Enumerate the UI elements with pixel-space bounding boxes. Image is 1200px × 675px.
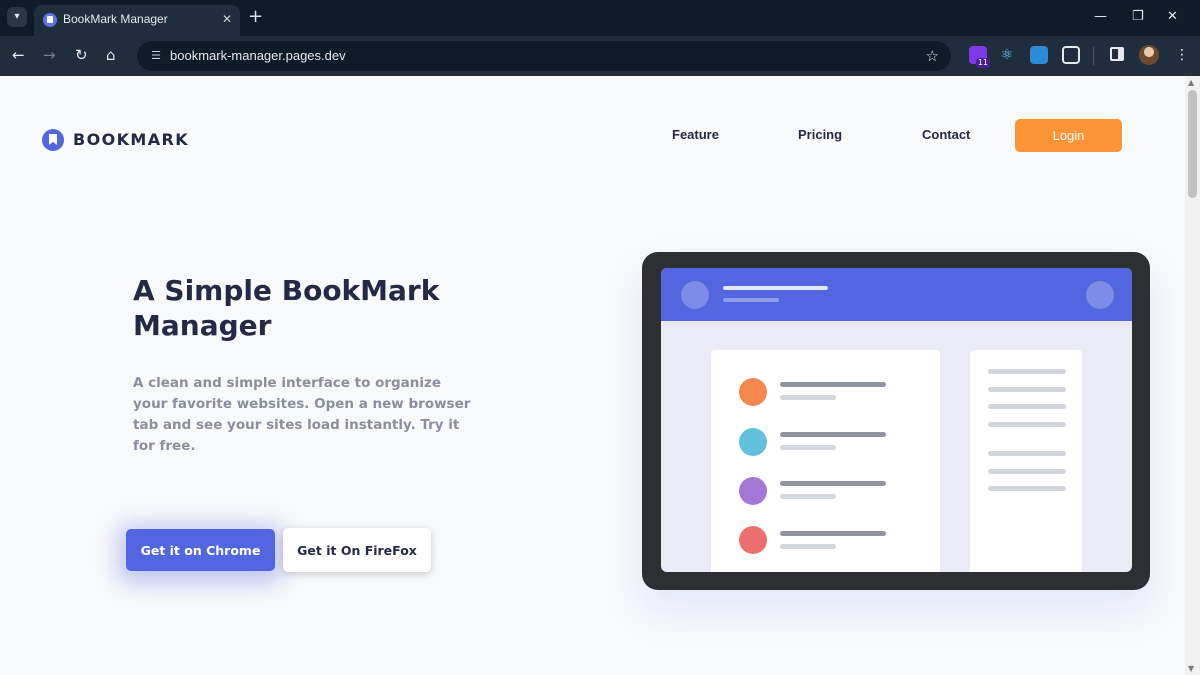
- back-button[interactable]: ←: [12, 45, 25, 65]
- tab-search-dropdown-icon[interactable]: ▾: [7, 7, 27, 27]
- page-scrollbar[interactable]: ▲ ▼: [1185, 76, 1200, 675]
- header-avatar-circle: [681, 281, 709, 309]
- list-subline: [780, 395, 836, 400]
- home-button[interactable]: ⌂: [106, 45, 116, 65]
- list-subline: [780, 494, 836, 499]
- bookmark-favicon-icon: [43, 13, 57, 27]
- toolbar-divider: [1093, 47, 1094, 65]
- tab-close-icon[interactable]: ✕: [222, 11, 232, 27]
- site-info-icon[interactable]: ☰: [146, 46, 166, 66]
- menu-kebab-icon[interactable]: ⋮: [1175, 45, 1189, 65]
- get-chrome-button[interactable]: Get it on Chrome: [126, 529, 275, 571]
- sidebar-line: [988, 387, 1066, 392]
- hero-description: A clean and simple interface to organize…: [133, 375, 471, 454]
- sidebar-line: [988, 369, 1066, 374]
- nav-pricing[interactable]: Pricing: [798, 127, 842, 142]
- page-viewport: BOOKMARK Feature Pricing Contact Login A…: [0, 76, 1185, 675]
- url-text[interactable]: bookmark-manager.pages.dev: [170, 48, 346, 63]
- bookmark-logo-icon[interactable]: [42, 129, 64, 151]
- list-line: [780, 531, 886, 536]
- nav-feature[interactable]: Feature: [672, 127, 719, 142]
- close-window-button[interactable]: ✕: [1167, 8, 1178, 26]
- scroll-thumb[interactable]: [1188, 90, 1197, 198]
- login-button[interactable]: Login: [1015, 119, 1122, 152]
- react-devtools-icon[interactable]: ⚛: [998, 46, 1016, 64]
- minimize-button[interactable]: —: [1094, 8, 1107, 26]
- list-dot-teal: [739, 428, 767, 456]
- reload-button[interactable]: ↻: [75, 45, 88, 65]
- sidebar-line: [988, 486, 1066, 491]
- browser-toolbar: ← → ↻ ⌂ ☰ bookmark-manager.pages.dev ☆ 1…: [0, 36, 1200, 76]
- sidebar-card: [970, 350, 1082, 572]
- list-line: [780, 432, 886, 437]
- list-subline: [780, 544, 836, 549]
- extensions-puzzle-icon[interactable]: [1062, 46, 1080, 64]
- browser-tab-bar: ▾ BookMark Manager ✕ + — ❐ ✕: [0, 0, 1200, 36]
- address-bar[interactable]: ☰ bookmark-manager.pages.dev ☆: [137, 41, 951, 71]
- list-dot-orange: [739, 378, 767, 406]
- header-title-line: [723, 286, 828, 290]
- extension-radio-icon[interactable]: [1030, 46, 1048, 64]
- extension-badge-icon[interactable]: 11: [969, 46, 990, 68]
- screen-header: [661, 268, 1132, 321]
- hero-title: A Simple BookMark Manager: [133, 274, 440, 342]
- star-icon[interactable]: ☆: [926, 46, 939, 66]
- tab-title: BookMark Manager: [63, 12, 168, 26]
- logo-text[interactable]: BOOKMARK: [73, 130, 189, 149]
- scroll-up-icon[interactable]: ▲: [1188, 78, 1194, 87]
- sidebar-line: [988, 469, 1066, 474]
- header-subtitle-line: [723, 298, 779, 302]
- sidebar-line: [988, 451, 1066, 456]
- scroll-down-icon[interactable]: ▼: [1188, 664, 1194, 673]
- list-line: [780, 481, 886, 486]
- sidebar-line: [988, 422, 1066, 427]
- new-tab-button[interactable]: +: [248, 7, 263, 27]
- forward-button[interactable]: →: [43, 45, 56, 65]
- list-dot-purple: [739, 477, 767, 505]
- extension-badge-count: 11: [975, 58, 990, 68]
- list-subline: [780, 445, 836, 450]
- nav-contact[interactable]: Contact: [922, 127, 970, 142]
- sidebar-line: [988, 404, 1066, 409]
- browser-tab-active[interactable]: BookMark Manager ✕: [34, 5, 240, 36]
- profile-avatar-icon[interactable]: [1139, 45, 1159, 65]
- side-panel-icon[interactable]: [1110, 47, 1124, 61]
- bookmark-list-card: [711, 350, 940, 572]
- tablet-screen: [661, 268, 1132, 572]
- restore-button[interactable]: ❐: [1132, 8, 1144, 26]
- list-dot-red: [739, 526, 767, 554]
- get-firefox-button[interactable]: Get it On FireFox: [283, 528, 431, 572]
- tablet-illustration: [642, 252, 1150, 590]
- list-line: [780, 382, 886, 387]
- header-menu-circle: [1086, 281, 1114, 309]
